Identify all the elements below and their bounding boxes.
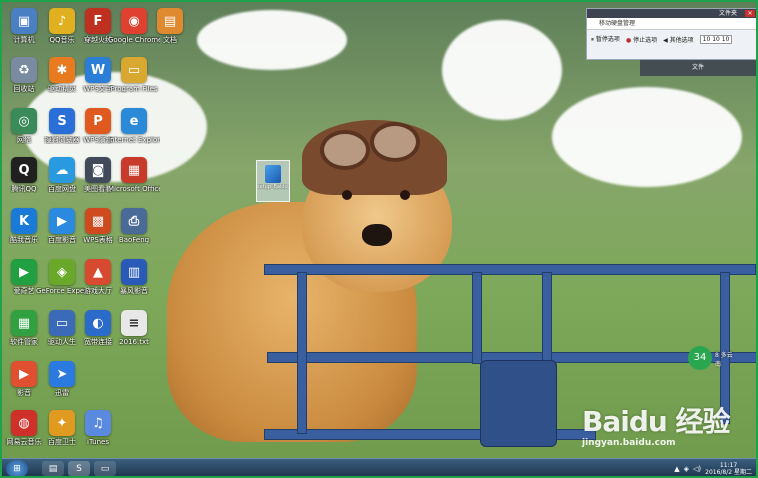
setup-file-icon xyxy=(265,165,281,183)
document-icon: ▤ xyxy=(157,8,183,34)
text-file-icon: ≡ xyxy=(121,310,147,336)
desktop-icon-label: BaoFeng xyxy=(118,236,150,244)
weather-line2: 南 xyxy=(715,361,722,368)
cloud-1 xyxy=(197,10,347,70)
weather-line1: 8 多云 xyxy=(715,352,733,359)
tray-shield-icon[interactable]: ◈ xyxy=(684,465,689,473)
stop-button[interactable]: ● 停止选项 xyxy=(626,35,657,44)
dog-eye-right xyxy=(400,190,410,200)
iqiyi-icon: ▶ xyxy=(11,259,37,285)
desktop-icon-ie[interactable]: e Internet Explorer xyxy=(108,108,160,144)
player-icon: ▥ xyxy=(121,259,147,285)
network-icon: ◎ xyxy=(11,108,37,134)
plane-strut-1 xyxy=(297,272,307,434)
window-subtitle: 移动硬盘管理 xyxy=(587,18,756,30)
desktop-icon-itunes[interactable]: ♫ iTunes xyxy=(72,410,124,446)
plane-engine xyxy=(480,360,557,447)
clock-time: 11:17 xyxy=(719,462,738,469)
dog-nose xyxy=(362,224,392,246)
weather-widget[interactable]: 34 8 多云 南 xyxy=(688,346,748,374)
ie-icon: e xyxy=(121,108,147,134)
other-button[interactable]: ◀ 其他选项 xyxy=(663,35,694,44)
selected-file-icon[interactable]: setup_Baidu... xyxy=(256,160,290,202)
start-button[interactable]: ⊞ xyxy=(6,460,28,476)
cloud-3 xyxy=(552,87,742,187)
desktop-icon-text-file[interactable]: ≡ 2016.txt xyxy=(108,310,160,346)
desktop-icon-player[interactable]: ▥ 暴风影音 xyxy=(108,259,160,295)
pause-button[interactable]: ⏸ 暂停选项 xyxy=(591,34,620,44)
tray-volume-icon[interactable]: ◁) xyxy=(693,465,701,473)
computer-icon: ▣ xyxy=(11,8,37,34)
clock-date: 2016/8/2 星期二 xyxy=(705,469,752,476)
desktop-icon-label: Internet Explorer xyxy=(108,136,160,144)
media-icon: ▶ xyxy=(11,361,37,387)
watermark-url: jingyan.baidu.com xyxy=(582,438,676,448)
dog-eye-left xyxy=(342,190,352,200)
folder-icon: ▭ xyxy=(121,57,147,83)
taskbar-explorer-button[interactable]: ▤ xyxy=(42,461,64,476)
itunes-icon: ♫ xyxy=(85,410,111,436)
desktop-icon-label: 2016.txt xyxy=(119,338,149,346)
cloud-2 xyxy=(442,20,562,120)
qq-icon: Q xyxy=(11,157,37,183)
window-title: 文件夹 xyxy=(587,9,756,18)
watermark-logo: Baidu 经验 xyxy=(582,405,731,438)
desktop-icon-label: Microsoft Office xyxy=(108,185,160,193)
baidu-watermark: Baidu 经验 jingyan.baidu.com xyxy=(582,400,756,460)
printer-icon: ⎙ xyxy=(121,208,147,234)
desktop-icon-label: 暴风影音 xyxy=(120,287,148,295)
desktop-icon-label: iTunes xyxy=(87,438,109,446)
plane-strut-3 xyxy=(542,272,552,364)
tray-clock[interactable]: 11:17 2016/8/2 星期二 xyxy=(705,462,752,476)
desktop-icon-label: 文档 xyxy=(163,36,177,44)
value-field[interactable]: 10 10 10 xyxy=(699,34,733,44)
tray-network-icon[interactable]: ▲ xyxy=(674,465,679,473)
plane-wing-top xyxy=(264,264,756,275)
thunder-icon: ➤ xyxy=(49,361,75,387)
system-tray: ▲ ◈ ◁) 11:17 2016/8/2 星期二 xyxy=(674,461,752,476)
software-icon: ▦ xyxy=(11,310,37,336)
desktop-icon-label: 迅雷 xyxy=(55,389,69,397)
goggle-left xyxy=(320,130,370,170)
goggle-right xyxy=(370,122,420,162)
music-icon: ◍ xyxy=(11,410,37,436)
taskbar: ⊞ ▤ S ▭ ▲ ◈ ◁) 11:17 2016/8/2 星期二 xyxy=(2,458,756,476)
taskbar-sogou-button[interactable]: S xyxy=(68,461,90,476)
desktop-icon-printer[interactable]: ⎙ BaoFeng xyxy=(108,208,160,244)
desktop-icon-thunder[interactable]: ➤ 迅雷 xyxy=(36,361,88,397)
selected-file-label: setup_Baidu... xyxy=(257,184,289,190)
close-icon[interactable]: ✕ xyxy=(745,10,755,17)
desktop-icon-label: Program Files xyxy=(110,85,158,93)
taskbar-window-button[interactable]: ▭ xyxy=(94,461,116,476)
kuwo-icon: K xyxy=(11,208,37,234)
desktop-screen: ▣ 计算机 ♪ QQ音乐 F 穿越火线 ◉ Google Chrome ▤ 文档 ♻ 回收站 ✱ 驱动精灵… xyxy=(0,0,758,478)
recycle-bin-icon: ♻ xyxy=(11,57,37,83)
file-window[interactable]: 文件夹 ✕ 移动硬盘管理 ⏸ 暂停选项 ● 停止选项 ◀ 其他选项 10 10 … xyxy=(586,8,756,60)
second-window-title[interactable]: 文件 xyxy=(640,60,756,76)
desktop-icon-document[interactable]: ▤ 文档 xyxy=(144,8,196,44)
weather-temperature: 34 xyxy=(688,346,712,370)
desktop-icon-office[interactable]: ▦ Microsoft Office xyxy=(108,157,160,193)
plane-strut-2 xyxy=(472,272,482,364)
office-icon: ▦ xyxy=(121,157,147,183)
desktop-icon-folder[interactable]: ▭ Program Files xyxy=(108,57,160,93)
